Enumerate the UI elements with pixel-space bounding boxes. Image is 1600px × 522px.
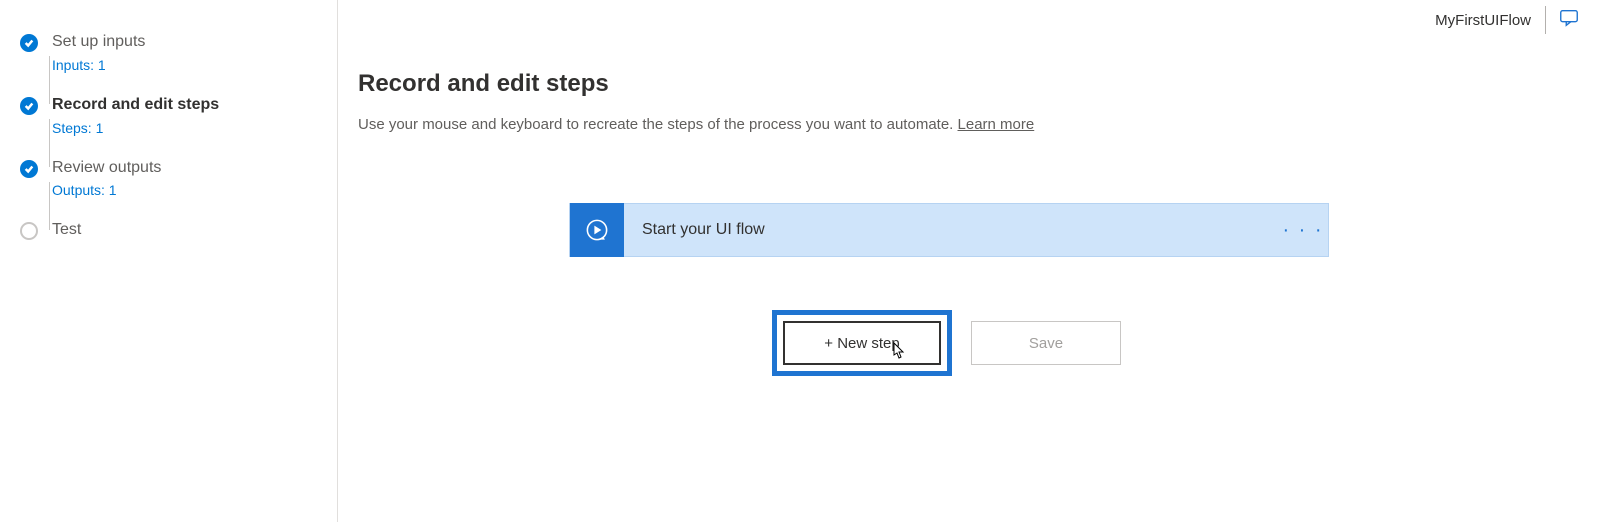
sidebar-step-inputs[interactable]: Set up inputs Inputs: 1 (20, 32, 317, 73)
page-description-text: Use your mouse and keyboard to recreate … (358, 116, 958, 133)
step-connector (49, 119, 50, 167)
step-connector (49, 182, 50, 230)
step-subtitle: Steps: 1 (52, 120, 219, 136)
flow-action-card[interactable]: Start your UI flow · · · (569, 203, 1329, 257)
step-title: Record and edit steps (52, 95, 219, 116)
step-title: Test (52, 220, 81, 241)
step-connector (49, 56, 50, 104)
step-subtitle: Inputs: 1 (52, 57, 145, 73)
page-title: Record and edit steps (358, 70, 1540, 98)
page-description: Use your mouse and keyboard to recreate … (358, 116, 1540, 133)
play-loop-icon (570, 203, 624, 257)
wizard-sidebar: Set up inputs Inputs: 1 Record and edit … (0, 0, 338, 522)
step-title: Review outputs (52, 158, 161, 179)
action-row: + New step Save (777, 315, 1121, 371)
step-subtitle: Outputs: 1 (52, 182, 161, 198)
pending-circle-icon (20, 222, 38, 240)
sidebar-step-outputs[interactable]: Review outputs Outputs: 1 (20, 158, 317, 199)
new-step-button[interactable]: + New step (783, 321, 941, 365)
main-content: Record and edit steps Use your mouse and… (338, 0, 1600, 522)
flow-canvas: Start your UI flow · · · + New step Save (358, 203, 1540, 371)
save-button[interactable]: Save (971, 321, 1121, 365)
check-icon (20, 34, 38, 52)
ellipsis-icon[interactable]: · · · (1278, 219, 1328, 242)
step-title: Set up inputs (52, 32, 145, 53)
new-step-highlight: + New step (777, 315, 947, 371)
check-icon (20, 97, 38, 115)
flow-card-title: Start your UI flow (624, 221, 1278, 239)
sidebar-step-test[interactable]: Test (20, 220, 317, 241)
check-icon (20, 160, 38, 178)
sidebar-step-record[interactable]: Record and edit steps Steps: 1 (20, 95, 317, 136)
learn-more-link[interactable]: Learn more (958, 116, 1035, 133)
